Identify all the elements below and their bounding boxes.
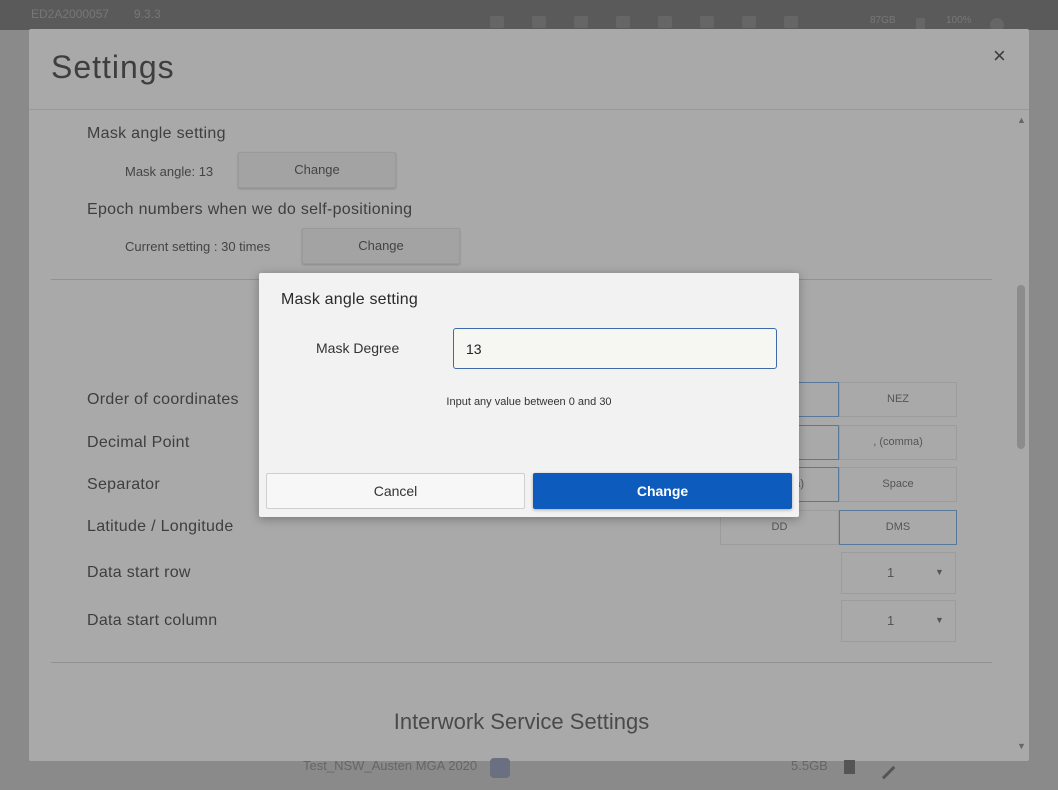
order-option-nez[interactable]: NEZ <box>839 382 957 417</box>
scroll-down-icon[interactable]: ▼ <box>1017 741 1026 751</box>
scrollbar-thumb[interactable] <box>1017 285 1025 449</box>
order-of-coordinates-label: Order of coordinates <box>87 391 239 408</box>
close-icon[interactable]: × <box>993 43 1006 69</box>
cancel-button[interactable]: Cancel <box>266 473 525 509</box>
mask-degree-label: Mask Degree <box>316 340 400 356</box>
mask-angle-dialog: Mask angle setting Mask Degree Input any… <box>259 273 799 517</box>
cloud-icon[interactable] <box>658 16 672 28</box>
settings-title: Settings <box>51 49 175 85</box>
epoch-change-button[interactable]: Change <box>302 228 460 264</box>
folder-icon[interactable] <box>784 16 798 28</box>
app-bar: ED2A2000057 9.3.3 87GB 100% <box>0 0 1058 32</box>
interwork-service-settings-title: Interwork Service Settings <box>393 709 650 734</box>
change-button[interactable]: Change <box>533 473 792 509</box>
separator-option-space[interactable]: Space <box>839 467 957 502</box>
project-name: Test_NSW_Austen MGA 2020 <box>303 758 478 773</box>
separator-label: Separator <box>87 476 160 493</box>
divider <box>51 662 992 663</box>
battery-percent: 100% <box>946 15 972 26</box>
project-size: 5.5GB <box>791 758 828 773</box>
data-start-column-value: 1 <box>887 613 895 628</box>
mask-angle-section-label: Mask angle setting <box>87 125 226 142</box>
latlon-option-dms[interactable]: DMS <box>839 510 957 545</box>
input-hint: Input any value between 0 and 30 <box>446 396 612 408</box>
scroll-up-icon[interactable]: ▲ <box>1017 115 1026 125</box>
split-view-icon[interactable] <box>616 16 630 28</box>
chevron-down-icon: ▼ <box>935 615 944 625</box>
device-id: ED2A2000057 <box>31 7 110 21</box>
settings-header: Settings × <box>29 29 1029 110</box>
mask-degree-input[interactable] <box>453 328 777 369</box>
data-start-row-select[interactable]: 1 ▼ <box>841 552 956 594</box>
toolbar-icons <box>490 16 798 28</box>
dashboard-icon <box>490 758 510 778</box>
network-icon[interactable] <box>532 16 546 28</box>
gnss-icon[interactable] <box>700 16 714 28</box>
app-version: 9.3.3 <box>134 7 161 21</box>
chevron-down-icon: ▼ <box>935 567 944 577</box>
refresh-icon[interactable] <box>490 16 504 28</box>
epoch-current: Current setting : 30 times <box>125 239 271 254</box>
decimal-option-comma[interactable]: , (comma) <box>839 425 957 460</box>
mask-angle-change-button[interactable]: Change <box>238 152 396 188</box>
data-start-row-label: Data start row <box>87 564 191 581</box>
pen-icon[interactable] <box>742 16 756 28</box>
latitude-longitude-label: Latitude / Longitude <box>87 518 234 535</box>
trash-icon[interactable] <box>844 760 855 774</box>
storage-indicator: 87GB <box>870 15 896 26</box>
mask-angle-current: Mask angle: 13 <box>125 164 214 179</box>
data-start-column-label: Data start column <box>87 612 218 629</box>
data-start-row-value: 1 <box>887 565 895 580</box>
sd-card-icon[interactable] <box>574 16 588 28</box>
scrollbar[interactable]: ▲ ▼ <box>1015 113 1027 753</box>
decimal-point-label: Decimal Point <box>87 434 190 451</box>
epoch-section-label: Epoch numbers when we do self-positionin… <box>87 201 413 218</box>
dialog-title: Mask angle setting <box>281 291 419 308</box>
data-start-column-select[interactable]: 1 ▼ <box>841 600 956 642</box>
